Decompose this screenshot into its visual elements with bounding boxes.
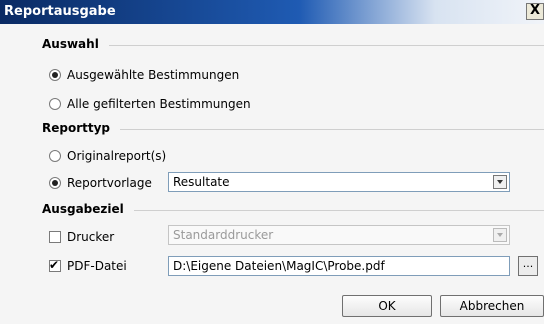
label-pdf-datei: PDF-Datei bbox=[67, 259, 127, 273]
label-drucker: Drucker bbox=[67, 230, 115, 244]
reportvorlage-selected-value: Resultate bbox=[173, 175, 230, 189]
checkmark-icon: ✔ bbox=[49, 258, 60, 272]
chevron-down-icon[interactable] bbox=[493, 175, 507, 189]
cancel-button[interactable]: Abbrechen bbox=[440, 295, 544, 317]
radio-reportvorlage[interactable] bbox=[49, 177, 61, 189]
reportvorlage-dropdown[interactable]: Resultate bbox=[168, 172, 510, 192]
dialog-title: Reportausgabe bbox=[4, 4, 116, 19]
drucker-dropdown: Standarddrucker bbox=[168, 225, 510, 245]
close-button[interactable]: X bbox=[526, 3, 544, 20]
radio-ausgewaehlte-bestimmungen[interactable] bbox=[49, 69, 61, 81]
dialog-window: Reportausgabe X Auswahl Ausgewählte Best… bbox=[0, 0, 544, 324]
auswahl-heading: Auswahl bbox=[42, 37, 109, 51]
pdf-path-value: D:\Eigene Dateien\MagIC\Probe.pdf bbox=[173, 259, 385, 273]
ausgabeziel-heading: Ausgabeziel bbox=[42, 202, 134, 216]
label-alle-gefilterten-bestimmungen: Alle gefilterten Bestimmungen bbox=[67, 97, 251, 111]
pdf-path-field[interactable]: D:\Eigene Dateien\MagIC\Probe.pdf bbox=[168, 256, 510, 276]
drucker-selected-value: Standarddrucker bbox=[173, 228, 274, 242]
title-bar[interactable]: Reportausgabe X bbox=[0, 0, 544, 24]
label-reportvorlage: Reportvorlage bbox=[67, 176, 152, 190]
auswahl-separator bbox=[42, 45, 544, 46]
checkbox-pdf-datei[interactable]: ✔ bbox=[49, 258, 61, 272]
radio-alle-gefilterten-bestimmungen[interactable] bbox=[49, 98, 61, 110]
browse-button[interactable]: ... bbox=[518, 256, 538, 276]
label-originalreport: Originalreport(s) bbox=[67, 149, 167, 163]
ok-button[interactable]: OK bbox=[342, 295, 432, 317]
radio-originalreport[interactable] bbox=[49, 150, 61, 162]
reporttyp-heading: Reporttyp bbox=[42, 121, 121, 135]
chevron-down-icon bbox=[493, 228, 507, 242]
label-ausgewaehlte-bestimmungen: Ausgewählte Bestimmungen bbox=[67, 68, 240, 82]
checkbox-drucker[interactable] bbox=[49, 231, 61, 243]
